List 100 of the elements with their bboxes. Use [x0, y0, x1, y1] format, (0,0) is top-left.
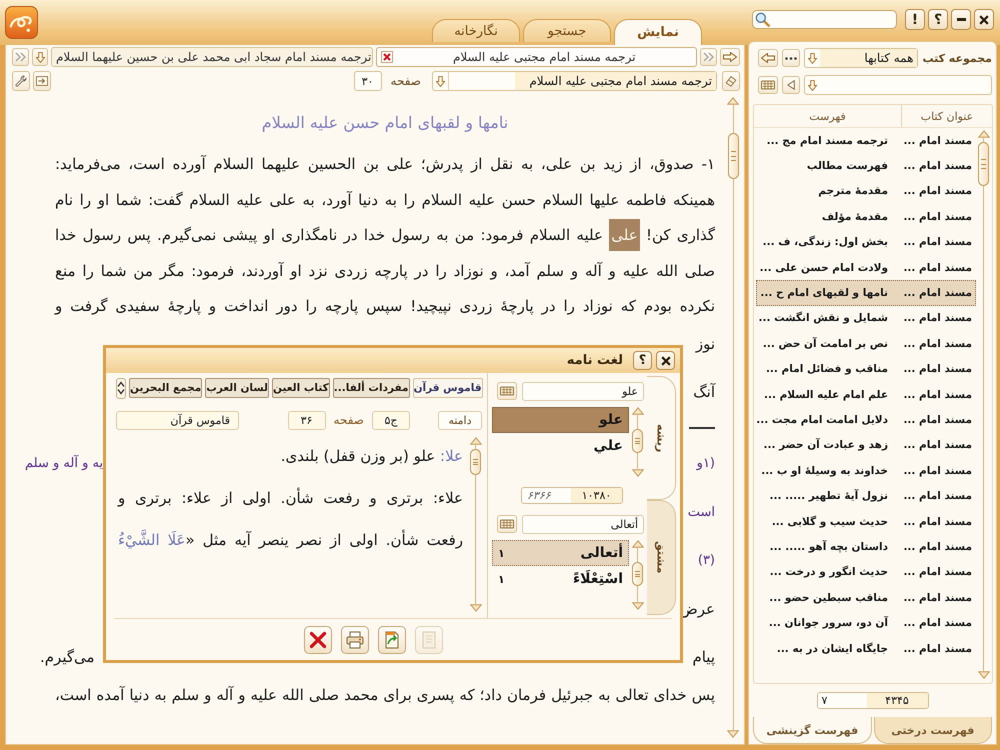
search-field[interactable]: [752, 10, 897, 29]
contents-entry-cell-text: خداوند به وسیلهٔ او ب ...: [760, 464, 889, 477]
keyboard-button[interactable]: [758, 76, 778, 94]
list-row[interactable]: مسند امام ... بخش اول: زندگی، ف ...: [756, 230, 976, 255]
tab[interactable]: ریشه: [647, 376, 676, 500]
scroll-up-arrow-icon[interactable]: [978, 130, 990, 138]
forward-button[interactable]: [720, 48, 740, 66]
scrollbar-thumb[interactable]: [978, 142, 989, 186]
scroll-down-arrow-icon[interactable]: [727, 730, 739, 738]
book-search-field[interactable]: [804, 75, 992, 95]
tab[interactable]: نگارخانه: [432, 19, 520, 42]
list-row[interactable]: مسند امام ... حدیث انگور و درخت ...: [756, 560, 976, 586]
list-row[interactable]: مسند امام ... مقدمهٔ مؤلف: [756, 204, 976, 230]
scroll-up-arrow-icon[interactable]: [632, 407, 644, 415]
close-button[interactable]: [974, 9, 994, 30]
book-title-dropdown[interactable]: ترجمه مسند امام مجتبی علیه السلام: [432, 71, 717, 91]
scrollbar-thumb[interactable]: [632, 562, 643, 586]
list-row[interactable]: مسند امام ... ولادت امام حسن علی ...: [756, 254, 976, 280]
back-button[interactable]: [758, 49, 778, 67]
tab[interactable]: فهرست گزینشی: [753, 717, 872, 744]
page-field[interactable]: ۳۰: [354, 71, 382, 91]
print-button[interactable]: [341, 626, 369, 654]
scroll-down-arrow-icon[interactable]: [470, 604, 482, 612]
scroll-up-arrow-icon[interactable]: [632, 540, 644, 548]
triangle-left-icon: [787, 80, 795, 90]
minimize-button[interactable]: [951, 9, 971, 30]
book-title-cell-text: مسند امام ...: [902, 160, 973, 172]
list-row[interactable]: مسند امام ... ترجمه مسند امام مج ...: [756, 128, 976, 154]
chapter-heading: نامها و لقبهای امام حسن علیه السلام: [260, 112, 510, 134]
contents-entry-cell-text: شمایل و نقش انگشت ...: [757, 312, 889, 324]
scrollbar-thumb[interactable]: [728, 133, 738, 179]
column-header[interactable]: عنوان کتاب: [901, 105, 992, 127]
list-row[interactable]: مسند امام ... فهرست مطالب: [756, 153, 976, 179]
scrollbar-thumb[interactable]: [470, 449, 481, 475]
source-field[interactable]: قاموس قرآن: [116, 410, 239, 430]
page-field[interactable]: ۳۶: [288, 410, 326, 430]
keyboard-button[interactable]: [497, 515, 517, 533]
alert-button[interactable]: !: [905, 9, 925, 30]
derived-item[interactable]: أتعالی ۱: [492, 540, 629, 566]
tab[interactable]: قاموس قرآن: [412, 378, 483, 398]
list-row[interactable]: مسند امام ... جایگاه ایشان در به ...: [756, 636, 976, 662]
close-icon[interactable]: [380, 51, 392, 63]
range-button[interactable]: دامنه: [438, 410, 482, 430]
export-button[interactable]: [378, 626, 406, 654]
tab[interactable]: کتاب العین: [272, 378, 330, 398]
book-title-cell-text: مسند امام ...: [902, 312, 973, 324]
help-button[interactable]: ؟: [928, 9, 948, 30]
tab[interactable]: مفردات ألفا...: [332, 378, 410, 398]
text-fragment: پیام: [692, 647, 715, 668]
tab[interactable]: مشتق: [647, 500, 676, 615]
keyboard-button[interactable]: [497, 382, 517, 400]
scroll-down-arrow-icon[interactable]: [632, 602, 644, 610]
list-row[interactable]: مسند امام ... نامها و لقبهای امام ح ...: [756, 280, 976, 306]
list-row[interactable]: مسند امام ... نزول آیهٔ تطهیر ..... ...: [756, 483, 976, 509]
scroll-up-arrow-icon[interactable]: [727, 97, 739, 105]
logo-icon[interactable]: [5, 6, 38, 39]
list-row[interactable]: مسند امام ... خداوند به وسیلهٔ او ب ...: [756, 458, 976, 484]
list-row[interactable]: مسند امام ... دلایل امامت امام مجت ...: [756, 407, 976, 433]
tab[interactable]: مجمع البحرین: [129, 378, 202, 398]
close-button[interactable]: [656, 351, 675, 370]
list-row[interactable]: مسند امام ... مناقب و فضائل امام ...: [756, 356, 976, 382]
tab[interactable]: لسان العرب: [205, 378, 270, 398]
document-tab[interactable]: ترجمه مسند امام مجتبی علیه السلام: [376, 47, 697, 67]
scroll-up-arrow-icon[interactable]: [470, 437, 482, 445]
list-row[interactable]: مسند امام ... حدیث سیب و گلابی ...: [756, 508, 976, 534]
list-row[interactable]: مسند امام ... مناقب سبطین حضو ...: [756, 585, 976, 610]
scroll-tabs-button[interactable]: [12, 48, 29, 66]
previous-button[interactable]: [782, 76, 800, 94]
root-item[interactable]: علو: [492, 407, 629, 433]
window-button[interactable]: [33, 71, 51, 91]
close-icon: [309, 630, 327, 648]
collection-dropdown[interactable]: همه کتابها: [804, 48, 918, 68]
scrollbar-thumb[interactable]: [632, 429, 643, 453]
derived-field[interactable]: أتعالی: [522, 514, 644, 534]
tools-button[interactable]: [12, 71, 30, 91]
spinner-button[interactable]: [116, 378, 126, 398]
tab-list-button[interactable]: [32, 48, 48, 66]
list-row[interactable]: مسند امام ... شمایل و نقش انگشت ...: [756, 306, 976, 332]
derived-item[interactable]: اسْتِعْلَاءً ۱: [492, 566, 629, 592]
list-row[interactable]: مسند امام ... زهد و عبادت آن حضر ...: [756, 432, 976, 458]
tab[interactable]: فهرست درختی: [874, 717, 992, 744]
root-field[interactable]: علو: [522, 382, 644, 400]
clear-button[interactable]: [722, 71, 740, 91]
scroll-down-arrow-icon[interactable]: [632, 469, 644, 477]
root-item[interactable]: علي: [492, 433, 629, 459]
list-row[interactable]: مسند امام ... مقدمهٔ مترجم: [756, 178, 976, 204]
more-button[interactable]: [782, 49, 800, 67]
tab[interactable]: جستجو: [523, 19, 611, 42]
document-tab[interactable]: ترجمه مسند امام سجاد ابی محمد علی بن حسین علیهما السلام: [51, 47, 372, 67]
scroll-tabs-button[interactable]: [700, 48, 717, 66]
list-row[interactable]: مسند امام ... داستان بچه آهو ..... ...: [756, 534, 976, 560]
tab[interactable]: نمایش: [614, 19, 702, 45]
column-header[interactable]: فهرست: [754, 105, 901, 127]
scroll-down-arrow-icon[interactable]: [978, 671, 990, 679]
list-row[interactable]: مسند امام ... علم امام علیه السلام ...: [756, 382, 976, 408]
volume-field[interactable]: ج۵: [372, 410, 410, 430]
list-row[interactable]: مسند امام ... آن دو، سرور جوانان ...: [756, 610, 976, 636]
help-button[interactable]: ؟: [633, 351, 652, 370]
list-row[interactable]: مسند امام ... نص بر امامت آن حض ...: [756, 331, 976, 357]
count-text: ۶۳۶۶: [522, 488, 571, 503]
